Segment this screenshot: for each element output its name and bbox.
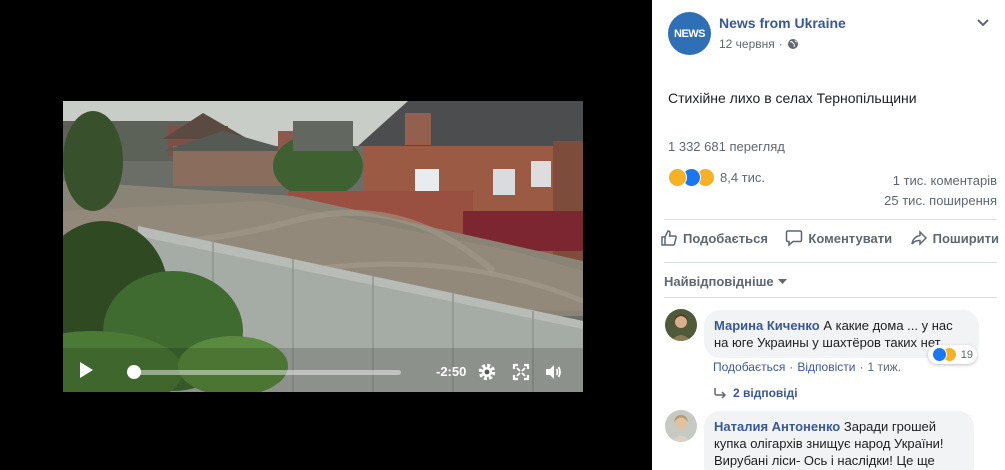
view-replies-link[interactable]: 2 відповіді bbox=[713, 386, 798, 400]
replies-label: 2 відповіді bbox=[733, 386, 798, 400]
fullscreen-icon[interactable] bbox=[511, 362, 531, 382]
globe-icon[interactable] bbox=[787, 38, 799, 50]
settings-gear-icon[interactable] bbox=[477, 362, 497, 382]
comment-like-link[interactable]: Подобається bbox=[713, 360, 785, 374]
reply-arrow-icon bbox=[714, 388, 727, 399]
comment-text-line: А какие дома ... у нас bbox=[823, 318, 953, 333]
reaction-count: 8,4 тис. bbox=[720, 170, 766, 185]
comment-reply-link[interactable]: Відповісти bbox=[797, 360, 855, 374]
sad-reaction-icon bbox=[668, 168, 687, 187]
commenter-avatar[interactable] bbox=[665, 309, 697, 341]
comment-bubble: Наталия Антоненко Заради грошей купка ол… bbox=[704, 411, 974, 470]
page-name[interactable]: News from Ukraine bbox=[719, 15, 846, 31]
play-icon[interactable] bbox=[80, 362, 93, 378]
post-panel: NEWS News from Ukraine 12 червня · Стихі… bbox=[652, 0, 1005, 470]
comment-text-line: купка олігархів знищує народ України! bbox=[714, 436, 944, 451]
thumbs-up-icon bbox=[661, 230, 677, 246]
comment-button[interactable]: Коментувати bbox=[785, 229, 892, 247]
shares-count[interactable]: 25 тис. поширення bbox=[884, 193, 997, 208]
comment-reaction-count: 19 bbox=[960, 348, 973, 361]
facebook-video-viewer: -2:50 NEWS News from Ukraine 12 червня ·… bbox=[0, 0, 1005, 470]
player-controls: -2:50 bbox=[63, 348, 583, 392]
comment-bubble-icon bbox=[786, 230, 803, 247]
comment-text-line: Заради грошей bbox=[843, 419, 936, 434]
divider bbox=[664, 297, 997, 298]
share-button[interactable]: Поширити bbox=[910, 229, 999, 247]
comment-author[interactable]: Марина Киченко bbox=[714, 318, 820, 333]
post-actions: Подобається Коментувати Поширити bbox=[660, 229, 999, 247]
sort-label: Найвідповідніше bbox=[664, 274, 774, 289]
reactions-summary[interactable]: 8,4 тис. bbox=[668, 168, 765, 187]
comment-label: Коментувати bbox=[808, 230, 893, 246]
comment-author[interactable]: Наталия Антоненко bbox=[714, 419, 840, 434]
comment-reactions[interactable]: 19 bbox=[927, 345, 977, 364]
like-label: Подобається bbox=[683, 230, 768, 246]
page-avatar[interactable]: NEWS bbox=[668, 12, 711, 55]
link-separator: · bbox=[789, 360, 794, 374]
comment-actions: Подобається · Відповісти · 1 тиж. bbox=[713, 360, 901, 374]
commenter-avatar[interactable] bbox=[665, 410, 697, 442]
share-arrow-icon bbox=[910, 230, 927, 246]
post-date[interactable]: 12 червня bbox=[719, 37, 775, 51]
comment-text-line: Вирубані ліси- Ось і наслідки! Це ще bbox=[714, 453, 935, 468]
video-area: -2:50 bbox=[0, 0, 652, 470]
caret-down-icon bbox=[777, 278, 787, 284]
comment-sort-dropdown[interactable]: Найвідповідніше bbox=[664, 274, 787, 289]
comments-count[interactable]: 1 тис. коментарів bbox=[893, 173, 997, 188]
time-remaining: -2:50 bbox=[436, 364, 467, 379]
chevron-down-icon[interactable] bbox=[975, 14, 991, 30]
progress-track[interactable] bbox=[129, 370, 401, 375]
meta-separator: · bbox=[778, 37, 783, 51]
link-separator: · bbox=[859, 360, 864, 374]
share-label: Поширити bbox=[932, 230, 999, 246]
page-avatar-logo-text: NEWS bbox=[674, 27, 706, 40]
like-reaction-icon bbox=[931, 347, 947, 362]
like-button[interactable]: Подобається bbox=[660, 229, 768, 247]
post-text: Стихійне лихо в селах Тернопільщини bbox=[668, 90, 917, 106]
view-count: 1 332 681 перегляд bbox=[668, 139, 785, 154]
divider bbox=[664, 219, 997, 220]
video-player[interactable]: -2:50 bbox=[63, 101, 583, 392]
scrubber-knob[interactable] bbox=[127, 365, 142, 379]
divider bbox=[664, 262, 997, 263]
post-meta: 12 червня · bbox=[719, 37, 799, 51]
volume-icon[interactable] bbox=[543, 362, 563, 382]
comment-time[interactable]: 1 тиж. bbox=[867, 360, 901, 374]
comment-text-line: на юге Украины у шахтёров таких нет.... bbox=[714, 335, 954, 350]
